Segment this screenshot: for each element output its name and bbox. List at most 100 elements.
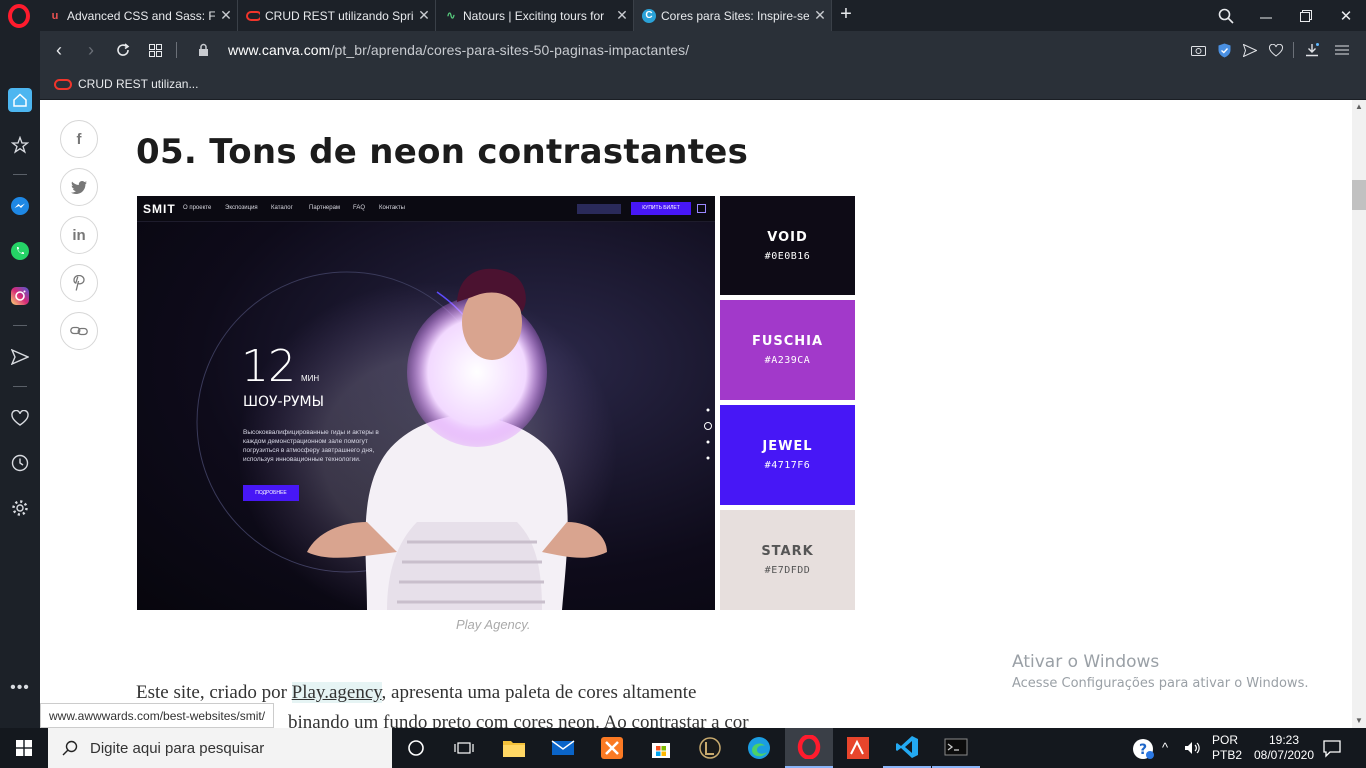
- hero-nav-item: Контакты: [379, 205, 405, 211]
- hero-nav-bar: SMIT О проекте Экспозиция Каталог Партне…: [137, 196, 715, 222]
- section-heading: 05. Tons de neon contrastantes: [136, 132, 749, 172]
- natours-favicon-icon: ∿: [446, 10, 456, 22]
- hero-details-button: ПОДРОБНЕЕ: [243, 485, 299, 501]
- windows-start-icon[interactable]: [0, 728, 48, 768]
- minimize-icon[interactable]: [1246, 0, 1286, 31]
- tab-advanced-css[interactable]: u Advanced CSS and Sass: Fle ✕: [40, 0, 238, 31]
- easy-setup-menu-icon[interactable]: [1332, 40, 1352, 60]
- new-tab-button[interactable]: +: [836, 4, 856, 26]
- mail-icon[interactable]: [539, 728, 587, 768]
- search-tabs-icon[interactable]: [1206, 0, 1246, 31]
- tab-natours[interactable]: ∿ Natours | Exciting tours for ✕: [436, 0, 634, 31]
- opera-taskbar-icon[interactable]: [785, 728, 833, 768]
- bookmark-crud-rest[interactable]: CRUD REST utilizan...: [54, 69, 198, 99]
- share-linkedin-icon[interactable]: in: [60, 216, 98, 254]
- close-tab-icon[interactable]: ✕: [809, 7, 831, 24]
- heart-icon[interactable]: [1266, 40, 1286, 60]
- swatch-stark: STARK #E7DFDD: [720, 510, 855, 610]
- league-of-legends-icon[interactable]: [686, 728, 734, 768]
- hero-logo: SMIT: [143, 202, 176, 216]
- vscode-icon[interactable]: [883, 728, 931, 768]
- swatch-hex: #E7DFDD: [764, 565, 811, 576]
- task-view-icon[interactable]: [440, 728, 488, 768]
- tab-crud-rest[interactable]: CRUD REST utilizando Sprin ✕: [238, 0, 436, 31]
- volume-icon[interactable]: [1184, 740, 1202, 761]
- oracle-favicon-icon: [54, 78, 72, 90]
- xampp-icon[interactable]: [588, 728, 636, 768]
- show-hidden-icons-chevron-icon[interactable]: ^: [1162, 740, 1168, 755]
- opera-menu-icon[interactable]: [7, 4, 31, 28]
- download-icon[interactable]: [1302, 40, 1322, 60]
- swatch-name: JEWEL: [762, 439, 813, 454]
- microsoft-store-icon[interactable]: [637, 728, 685, 768]
- edge-icon[interactable]: [735, 728, 783, 768]
- close-tab-icon[interactable]: ✕: [413, 7, 435, 24]
- status-bar-url: www.awwwards.com/best-websites/smit/: [40, 703, 275, 728]
- restore-icon[interactable]: [1286, 0, 1326, 31]
- back-icon[interactable]: ‹: [44, 31, 74, 69]
- clock-date: 08/07/2020: [1253, 748, 1315, 762]
- scroll-down-arrow-icon[interactable]: ▼: [1352, 714, 1366, 728]
- notifications-icon[interactable]: [1322, 738, 1342, 763]
- speed-dial-star-icon[interactable]: [8, 133, 32, 157]
- reload-icon[interactable]: [108, 31, 138, 69]
- tab-cores-para-sites[interactable]: C Cores para Sites: Inspire-se ✕: [634, 0, 832, 31]
- activation-subtitle: Acesse Configurações para ativar o Windo…: [1012, 676, 1309, 691]
- taskbar-search-box[interactable]: Digite aqui para pesquisar: [48, 728, 392, 768]
- hero-image-smit[interactable]: SMIT О проекте Экспозиция Каталог Партне…: [137, 196, 715, 610]
- file-explorer-icon[interactable]: [490, 728, 538, 768]
- settings-gear-icon[interactable]: [8, 496, 32, 520]
- hero-pagination-dots: [704, 406, 712, 460]
- bookmarks-heart-icon[interactable]: [8, 406, 32, 430]
- close-tab-icon[interactable]: ✕: [611, 7, 633, 24]
- para-text: , apresenta uma paleta de cores altament…: [381, 682, 697, 703]
- swatch-fuschia: FUSCHIA #A239CA: [720, 300, 855, 400]
- vpn-shield-icon[interactable]: [1214, 40, 1234, 60]
- snapshot-camera-icon[interactable]: [1188, 40, 1208, 60]
- help-tray-icon[interactable]: ?: [1132, 738, 1154, 760]
- terminal-icon[interactable]: [932, 728, 980, 768]
- whatsapp-icon[interactable]: [8, 239, 32, 263]
- bookmarks-bar: CRUD REST utilizan...: [40, 69, 1366, 100]
- scrollbar-thumb[interactable]: [1352, 180, 1366, 210]
- more-options-icon[interactable]: •••: [8, 676, 32, 700]
- lock-icon[interactable]: [198, 43, 209, 61]
- share-facebook-icon[interactable]: f: [60, 120, 98, 158]
- activation-title: Ativar o Windows: [1012, 652, 1160, 672]
- forward-icon[interactable]: ›: [76, 31, 106, 69]
- play-agency-link[interactable]: Play.agency: [291, 682, 382, 703]
- cortana-icon[interactable]: [392, 728, 440, 768]
- home-icon[interactable]: [8, 88, 32, 112]
- scroll-up-arrow-icon[interactable]: ▲: [1352, 100, 1366, 114]
- swatch-jewel: JEWEL #4717F6: [720, 405, 855, 505]
- search-placeholder: Digite aqui para pesquisar: [90, 739, 265, 757]
- swatch-void: VOID #0E0B16: [720, 196, 855, 295]
- swatch-hex: #A239CA: [764, 355, 811, 366]
- history-clock-icon[interactable]: [8, 451, 32, 475]
- language-indicator[interactable]: POR PTB2: [1212, 733, 1242, 763]
- instagram-icon[interactable]: [8, 284, 32, 308]
- swatch-hex: #4717F6: [764, 460, 811, 471]
- share-pinterest-icon[interactable]: [60, 264, 98, 302]
- udemy-favicon-icon: u: [51, 9, 59, 22]
- send-icon[interactable]: [1240, 40, 1260, 60]
- close-tab-icon[interactable]: ✕: [215, 7, 237, 24]
- hero-subtitle: ШОУ-РУМЫ: [243, 394, 324, 410]
- para-text: Este site, criado por: [136, 682, 292, 703]
- windows-taskbar: Digite aqui para pesquisar ? ^ POR PTB2 …: [0, 728, 1366, 768]
- my-flow-send-icon[interactable]: [8, 345, 32, 369]
- copy-link-icon[interactable]: [60, 312, 98, 350]
- clock[interactable]: 19:23 08/07/2020: [1248, 733, 1320, 763]
- messenger-icon[interactable]: [8, 194, 32, 218]
- close-window-icon[interactable]: ✕: [1326, 0, 1366, 31]
- share-twitter-icon[interactable]: [60, 168, 98, 206]
- tabs-grid-icon[interactable]: [140, 31, 170, 69]
- hero-body-text: Высококвалифицированные гиды и актеры в …: [243, 429, 379, 463]
- hero-social-badge: [577, 204, 621, 214]
- hero-cta-button: КУПИТЬ БИЛЕТ: [631, 202, 691, 215]
- url-field[interactable]: www.canva.com/pt_br/aprenda/cores-para-s…: [228, 31, 689, 69]
- hero-nav-item: Партнерам: [309, 205, 341, 211]
- sublime-scope-app-icon[interactable]: [834, 728, 882, 768]
- bookmark-label: CRUD REST utilizan...: [78, 77, 199, 91]
- tab-title: Natours | Exciting tours for: [463, 8, 605, 23]
